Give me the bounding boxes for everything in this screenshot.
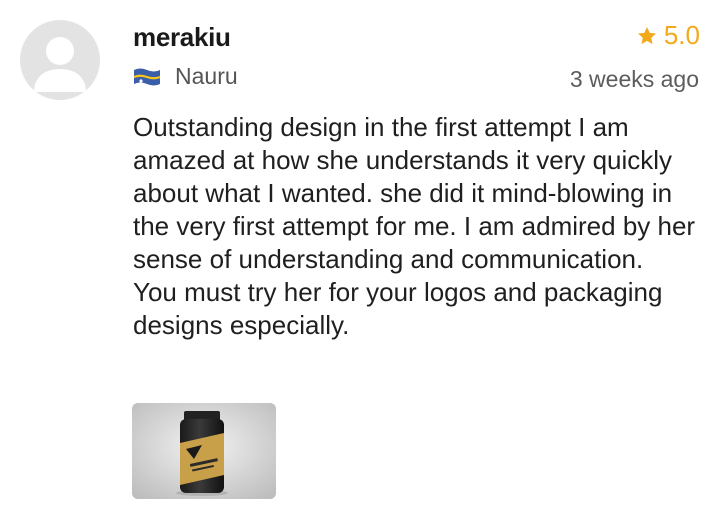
reviewer-username[interactable]: merakiu	[133, 22, 231, 53]
review-attachment-thumbnail[interactable]	[132, 403, 276, 499]
user-placeholder-icon	[34, 37, 86, 92]
country-name: Nauru	[175, 63, 238, 89]
review-timestamp: 3 weeks ago	[569, 66, 699, 92]
review-paragraph: Outstanding design in the first attempt …	[133, 112, 696, 274]
review-paragraph: You must try her for your logos and pack…	[133, 277, 663, 340]
review-text: Outstanding design in the first attempt …	[133, 111, 708, 342]
avatar[interactable]	[20, 20, 100, 100]
nauru-flag-icon	[133, 66, 161, 88]
review-rating: 5.0	[636, 20, 700, 51]
star-icon	[636, 25, 658, 47]
product-jar-image	[132, 403, 276, 499]
rating-value: 5.0	[663, 20, 700, 50]
reviewer-country: Nauru	[133, 63, 238, 90]
